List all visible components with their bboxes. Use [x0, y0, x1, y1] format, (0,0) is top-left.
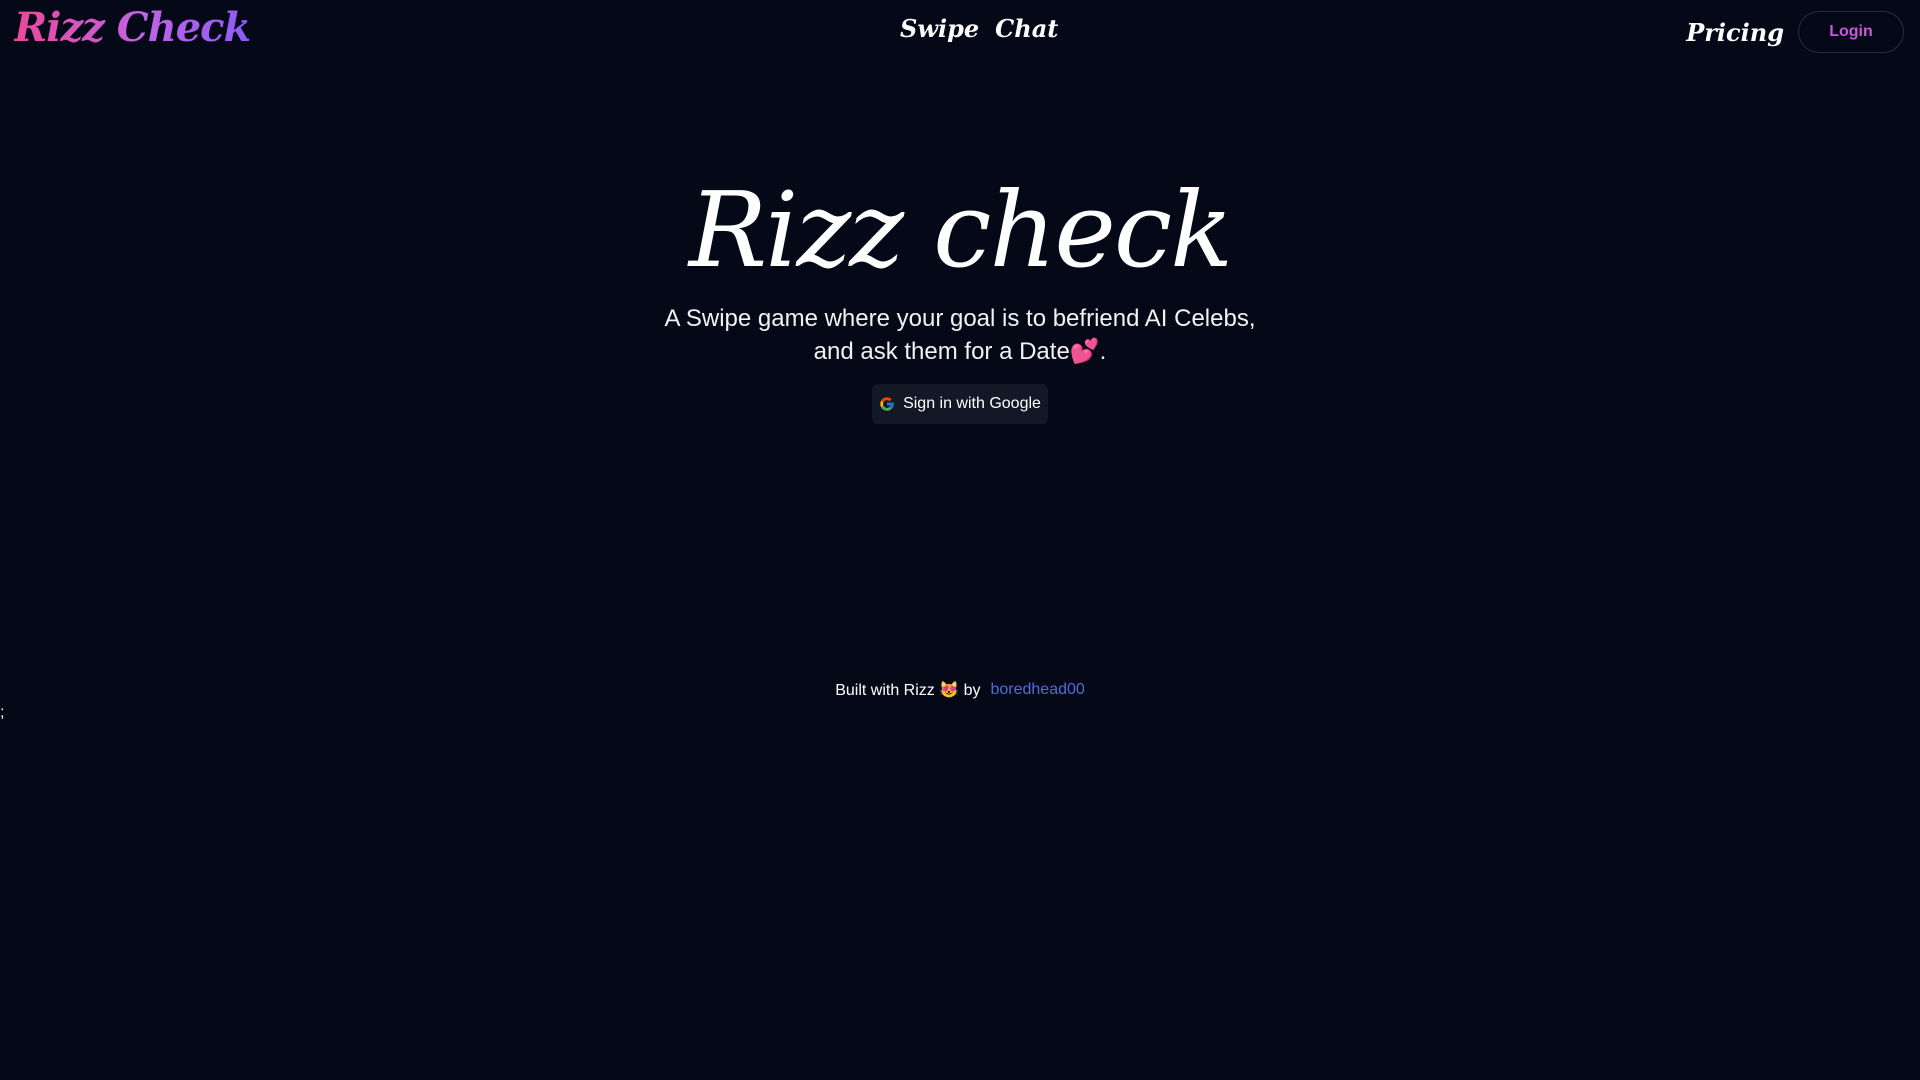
google-icon — [879, 396, 895, 412]
page: Rizz Check Swipe Chat Pricing Login Rizz… — [0, 0, 1920, 1080]
footer-text: Built with Rizz 😻 by — [835, 682, 981, 699]
login-button[interactable]: Login — [1798, 11, 1904, 53]
hero-subtitle-line-1: A Swipe game where your goal is to befri… — [664, 305, 1256, 332]
google-signin-button[interactable]: Sign in with Google — [872, 384, 1048, 424]
pricing-link[interactable]: Pricing — [1686, 18, 1784, 47]
hero-subtitle: A Swipe game where your goal is to befri… — [0, 302, 1920, 368]
footer: Built with Rizz 😻 by boredhead00 — [0, 680, 1920, 700]
main-nav: Swipe Chat — [900, 14, 1058, 43]
header: Rizz Check Swipe Chat Pricing Login — [0, 0, 1920, 64]
nav-chat-link[interactable]: Chat — [995, 14, 1058, 43]
hero-title: Rizz check — [688, 169, 1233, 291]
nav-swipe-link[interactable]: Swipe — [900, 14, 979, 43]
google-signin-label: Sign in with Google — [903, 395, 1041, 412]
footer-author-link[interactable]: boredhead00 — [990, 681, 1084, 699]
hero-subtitle-line-2: and ask them for a Date💕. — [813, 338, 1107, 365]
stray-text: ; — [0, 704, 5, 721]
header-actions: Pricing Login — [1686, 11, 1904, 53]
logo[interactable]: Rizz Check — [14, 4, 251, 51]
